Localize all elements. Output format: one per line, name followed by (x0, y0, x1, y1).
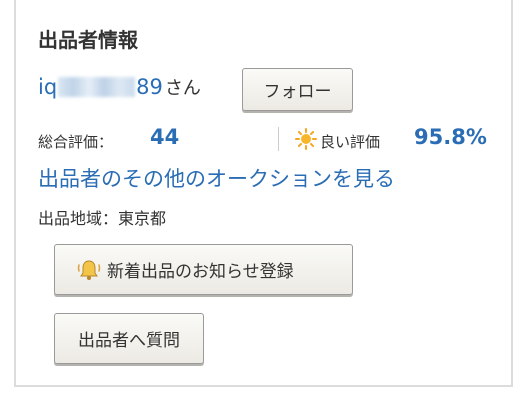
good-rating-value[interactable]: 95.8% (414, 125, 487, 149)
other-auctions-link[interactable]: 出品者のその他のオークションを見る (38, 163, 395, 193)
notify-button-label: 新着出品のお知らせ登録 (107, 262, 294, 282)
bell-icon (77, 259, 101, 280)
rating-row: 総合評価： 44 良い評価 95.8% (38, 124, 508, 154)
total-rating-value[interactable]: 44 (150, 125, 179, 149)
seller-name-prefix: iq (38, 75, 58, 99)
good-rating-label: 良い評価 (320, 133, 381, 151)
seller-info-panel: 出品者情報 iq 89 さん フォロー 総合評価： 44 良い評価 95.8% … (14, 0, 513, 387)
panel-title: 出品者情報 (38, 28, 138, 52)
sun-icon (295, 128, 317, 150)
seller-name-redacted (58, 77, 136, 97)
new-listing-notify-button[interactable]: 新着出品のお知らせ登録 (54, 244, 353, 295)
follow-button[interactable]: フォロー (242, 68, 353, 111)
rating-divider (278, 127, 279, 151)
seller-region: 出品地域：東京都 (38, 209, 167, 228)
seller-name-link[interactable]: iq 89 (38, 75, 163, 99)
seller-name-row: iq 89 さん (38, 74, 201, 100)
total-rating-label: 総合評価： (38, 133, 114, 151)
seller-name-suffix: 89 (136, 75, 163, 99)
seller-honorific: さん (164, 78, 201, 99)
ask-seller-button[interactable]: 出品者へ質問 (54, 313, 204, 364)
